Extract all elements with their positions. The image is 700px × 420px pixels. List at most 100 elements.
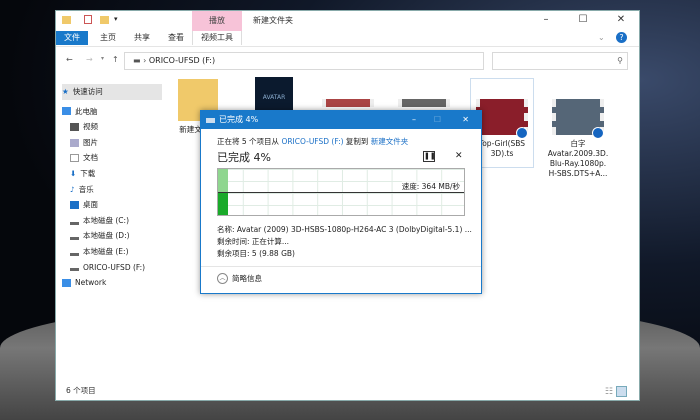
file-name-line: 名称: Avatar (2009) 3D-HSBS-1080p-H264-AC … xyxy=(217,225,472,234)
nav-drive-e[interactable]: 本地磁盘 (E:) xyxy=(62,244,162,260)
file-name: 白字 Avatar.2009.3D. Blu-Ray.1080p. H-SBS.… xyxy=(547,139,609,178)
nav-label: ORICO-UFSD (F:) xyxy=(83,262,146,272)
player-badge-icon xyxy=(516,127,528,139)
status-item-count: 6 个项目 xyxy=(66,386,96,395)
nav-documents[interactable]: 文档 xyxy=(62,150,162,166)
computer-icon xyxy=(62,107,71,116)
nav-videos[interactable]: 视频 xyxy=(62,119,162,135)
close-button[interactable]: ✕ xyxy=(611,14,631,25)
video-thumbnail xyxy=(322,99,374,107)
copy-prefix: 正在将 5 个项目从 xyxy=(217,137,280,146)
new-folder-icon[interactable] xyxy=(100,16,109,24)
copy-details: 名称: Avatar (2009) 3D-HSBS-1080p-H264-AC … xyxy=(217,224,472,260)
nav-drive-c[interactable]: 本地磁盘 (C:) xyxy=(62,213,162,229)
drive-icon xyxy=(70,263,79,272)
picture-icon xyxy=(70,138,79,147)
address-path: ORICO-UFSD (F:) xyxy=(148,56,216,65)
drive-icon xyxy=(70,232,79,241)
nav-label: 此电脑 xyxy=(75,106,98,116)
nav-drive-d[interactable]: 本地磁盘 (D:) xyxy=(62,228,162,244)
drive-icon xyxy=(70,217,79,225)
nav-label: 下载 xyxy=(80,168,96,178)
pause-button[interactable]: ❚❚ xyxy=(423,151,436,162)
file-item-avatar-sbs[interactable]: 白字 Avatar.2009.3D. Blu-Ray.1080p. H-SBS.… xyxy=(546,99,610,179)
divider xyxy=(201,266,481,267)
qat-dropdown[interactable]: ▾ xyxy=(114,15,118,23)
up-button[interactable]: ↑ xyxy=(112,55,119,64)
video-thumbnail xyxy=(476,99,528,139)
cancel-button[interactable]: ✕ xyxy=(455,151,463,161)
tab-view[interactable]: 查看 xyxy=(160,31,192,45)
window-title: 新建文件夹 xyxy=(253,16,293,25)
video-thumbnail xyxy=(552,99,604,139)
forward-button[interactable]: → xyxy=(86,55,93,64)
nav-network[interactable]: Network xyxy=(62,275,162,291)
drive-icon: ▬ › xyxy=(133,56,149,65)
file-name: Top-Girl(SBS 3D).ts xyxy=(478,139,526,158)
nav-label: 本地磁盘 (D:) xyxy=(83,231,130,241)
nav-drive-f[interactable]: ORICO-UFSD (F:) xyxy=(62,260,162,276)
dialog-title: 已完成 4% xyxy=(219,115,259,124)
dialog-minimize-button[interactable]: – xyxy=(412,111,416,129)
ribbon-divider xyxy=(56,46,639,47)
drive-icon xyxy=(70,248,79,256)
large-icons-view-button[interactable] xyxy=(616,386,627,397)
chevron-up-icon: ︿ xyxy=(217,273,228,284)
nav-label: 图片 xyxy=(83,137,98,147)
speed-label: 速度: 364 MB/秒 xyxy=(401,181,460,192)
desktop-icon xyxy=(70,200,79,209)
player-badge-icon xyxy=(592,127,604,139)
tab-share[interactable]: 共享 xyxy=(126,31,158,45)
time-remaining-line: 剩余时间: 正在计算... xyxy=(217,237,290,246)
destination-link[interactable]: 新建文件夹 xyxy=(371,137,409,146)
address-bar[interactable]: ▬ › ORICO-UFSD (F:) xyxy=(124,52,484,70)
music-icon: ♪ xyxy=(70,184,75,194)
search-input[interactable]: ⚲ xyxy=(492,52,628,70)
recent-dropdown[interactable]: ▾ xyxy=(101,55,104,62)
less-details-label: 简略信息 xyxy=(232,274,262,283)
properties-icon[interactable] xyxy=(84,15,92,24)
nav-desktop[interactable]: 桌面 xyxy=(62,197,162,213)
help-icon[interactable]: ? xyxy=(616,32,627,43)
items-remaining-line: 剩余项目: 5 (9.88 GB) xyxy=(217,249,295,258)
expand-ribbon-icon[interactable]: ⌄ xyxy=(598,33,605,42)
title-bar: ▾ 播放 新建文件夹 – ☐ ✕ xyxy=(56,11,639,31)
copy-progress-dialog: 已完成 4% – ☐ ✕ 正在将 5 个项目从 ORICO-UFSD (F:) … xyxy=(200,110,482,294)
nav-label: 文档 xyxy=(83,153,98,163)
speed-line xyxy=(218,192,464,193)
copy-icon xyxy=(206,118,215,123)
document-icon xyxy=(70,154,79,163)
search-icon: ⚲ xyxy=(617,56,623,65)
nav-quick-access[interactable]: ★ 快速访问 xyxy=(62,84,162,100)
nav-downloads[interactable]: ⬇ 下载 xyxy=(62,166,162,182)
speed-graph: 速度: 364 MB/秒 xyxy=(217,168,465,216)
maximize-button[interactable]: ☐ xyxy=(573,14,593,25)
download-icon: ⬇ xyxy=(70,168,77,178)
back-button[interactable]: ← xyxy=(66,55,73,64)
progress-heading: 已完成 4% xyxy=(217,151,271,164)
context-tab-play[interactable]: 播放 xyxy=(192,11,242,31)
tab-file[interactable]: 文件 xyxy=(56,31,88,45)
dialog-maximize-button: ☐ xyxy=(433,115,441,124)
tab-home[interactable]: 主页 xyxy=(92,31,124,45)
copy-mid: 复制到 xyxy=(345,137,369,146)
nav-pictures[interactable]: 图片 xyxy=(62,135,162,151)
video-icon xyxy=(70,122,79,131)
dialog-title-bar: 已完成 4% – ☐ ✕ xyxy=(201,111,481,129)
source-link[interactable]: ORICO-UFSD (F:) xyxy=(281,137,343,146)
nav-label: Network xyxy=(75,278,107,288)
nav-label: 本地磁盘 (C:) xyxy=(83,215,129,225)
nav-label: 音乐 xyxy=(78,184,94,194)
nav-this-pc[interactable]: 此电脑 xyxy=(62,104,162,120)
nav-label: 快速访问 xyxy=(72,87,103,96)
navigation-pane: ★ 快速访问 此电脑 视频 图片 文档 ⬇ 下载 ♪ 音乐 桌面 本地磁盘 (C:) … xyxy=(62,84,162,291)
minimize-button[interactable]: – xyxy=(536,14,556,25)
video-thumbnail xyxy=(398,99,450,107)
folder-icon xyxy=(62,16,71,24)
dialog-close-button[interactable]: ✕ xyxy=(462,111,469,129)
details-view-button[interactable]: ☷ xyxy=(605,387,613,397)
tab-video-tools[interactable]: 视频工具 xyxy=(192,31,242,45)
nav-label: 本地磁盘 (E:) xyxy=(83,246,129,256)
nav-music[interactable]: ♪ 音乐 xyxy=(62,182,162,198)
less-details-toggle[interactable]: ︿ 简略信息 xyxy=(217,273,262,284)
